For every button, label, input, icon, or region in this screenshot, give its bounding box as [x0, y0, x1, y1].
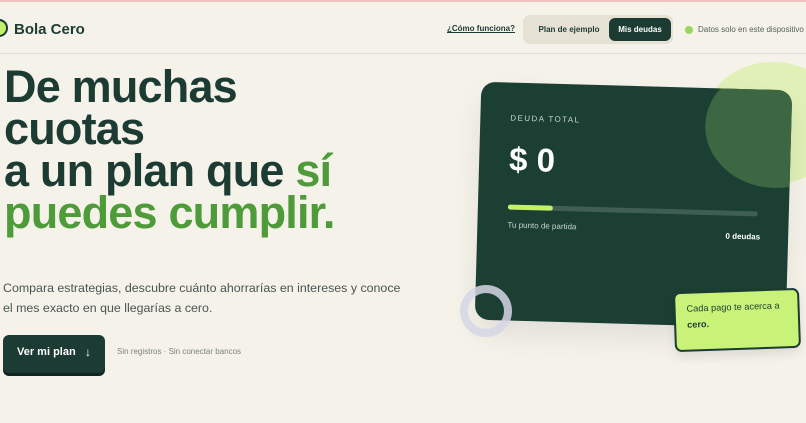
progress-fill [507, 204, 553, 211]
total-debt-amount: $ 0 [508, 140, 556, 179]
debt-count: 0 deudas [725, 231, 761, 242]
total-debt-label: DEUDA TOTAL [510, 113, 581, 125]
top-bar: Bola Cero ¿Cómo funciona? Plan de ejempl… [0, 2, 806, 54]
motivation-note: Cada pago te acerca a cero. [672, 287, 802, 353]
my-debts-button[interactable]: Mis deudas [609, 18, 671, 41]
card-decorative-circle [703, 81, 793, 190]
decorative-ring [460, 285, 512, 337]
starting-point-label: Tu punto de partida [507, 220, 577, 232]
cta-label: Ver mi plan [17, 346, 76, 358]
see-my-plan-button[interactable]: Ver mi plan ↓ [3, 335, 105, 373]
privacy-note: Datos solo en este dispositivo [698, 25, 804, 34]
how-it-works-link[interactable]: ¿Cómo funciona? [447, 24, 515, 33]
headline-line-4: puedes cumplir. [4, 187, 335, 238]
hero-description: Compara estrategias, descubre cuánto aho… [3, 281, 401, 315]
brand-name[interactable]: Bola Cero [14, 21, 85, 38]
logo-ball-icon [0, 19, 8, 37]
note-text: Cada pago te acerca a [686, 300, 780, 314]
progress-track [507, 204, 758, 217]
hero-headline: De muchas cuotas a un plan que sí puedes… [4, 64, 454, 235]
cta-note: Sin registros · Sin conectar bancos [117, 347, 242, 356]
note-bold: cero. [686, 318, 710, 330]
example-plan-button[interactable]: Plan de ejemplo [529, 18, 609, 41]
arrow-down-icon: ↓ [85, 345, 91, 359]
status-dot-icon [685, 26, 693, 34]
mode-toggle: Plan de ejemplo Mis deudas [523, 15, 673, 44]
